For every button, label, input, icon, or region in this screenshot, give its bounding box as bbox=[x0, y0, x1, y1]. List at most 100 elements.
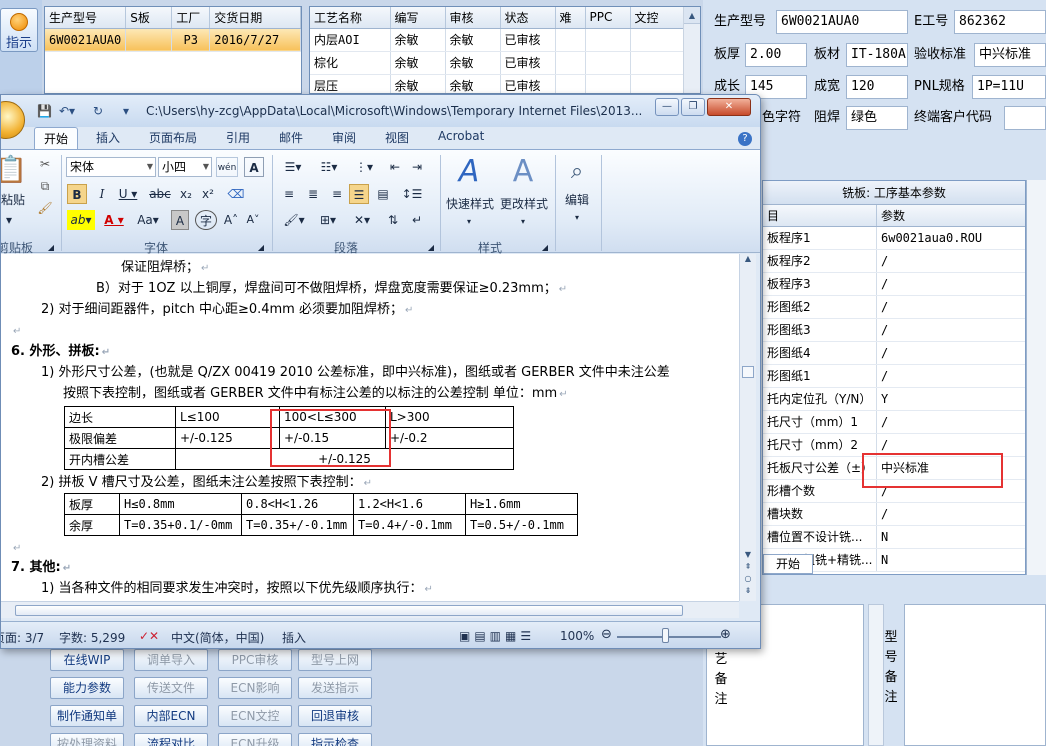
bottom-action-button[interactable]: ECN影响 bbox=[218, 677, 292, 699]
shrink-font-icon[interactable]: A˅ bbox=[243, 210, 263, 230]
tab-view[interactable]: 视图 bbox=[385, 129, 409, 146]
material-field[interactable]: IT-180A bbox=[846, 43, 908, 67]
col-process[interactable]: 工艺名称 bbox=[310, 7, 391, 29]
customer-code-field[interactable] bbox=[1004, 106, 1046, 130]
table-row[interactable]: 托尺寸（mm）1/ bbox=[763, 411, 1025, 434]
paste-button[interactable]: 粘贴 bbox=[1, 190, 27, 210]
col-s-board[interactable]: S板 bbox=[125, 7, 173, 29]
spelling-check-icon[interactable]: ✓✕ bbox=[139, 629, 159, 643]
borders-button[interactable]: ⊞▾ bbox=[313, 210, 343, 230]
grow-font-icon[interactable]: A˄ bbox=[221, 210, 241, 230]
insert-mode[interactable]: 插入 bbox=[282, 629, 306, 646]
col-ppc[interactable]: PPC bbox=[585, 7, 631, 29]
bottom-action-button[interactable]: 在线WIP bbox=[50, 649, 124, 671]
zoom-slider-thumb[interactable] bbox=[662, 628, 669, 643]
enclose-char-icon[interactable]: 字 bbox=[195, 210, 217, 230]
document-horizontal-scrollbar[interactable] bbox=[1, 601, 739, 618]
bottom-action-button[interactable]: PPC审核 bbox=[218, 649, 292, 671]
bottom-action-button[interactable]: ECN升级 bbox=[218, 733, 292, 746]
pnl-field[interactable]: 1P=11U bbox=[972, 75, 1046, 99]
shading-button[interactable]: 🖌▾ bbox=[279, 210, 309, 230]
edit-dropdown-icon[interactable]: ▾ bbox=[569, 208, 585, 228]
production-instruction-button[interactable]: 指示 bbox=[0, 8, 38, 52]
col-status[interactable]: 状态 bbox=[500, 7, 556, 29]
change-styles-dropdown-icon[interactable]: ▾ bbox=[515, 212, 531, 232]
cut-icon[interactable]: ✂ bbox=[35, 154, 55, 174]
col-difficulty[interactable]: 难 bbox=[555, 7, 586, 29]
justify-icon[interactable]: ☰ bbox=[349, 184, 369, 204]
scroll-up-icon[interactable]: ▲ bbox=[684, 7, 700, 24]
bold-button[interactable]: B bbox=[67, 184, 87, 204]
bottom-action-button[interactable]: 调单导入 bbox=[134, 649, 208, 671]
char-border-icon[interactable]: A bbox=[244, 157, 264, 177]
mask-field[interactable]: 绿色 bbox=[846, 106, 908, 130]
col-doc-control[interactable]: 文控 bbox=[630, 7, 685, 29]
format-painter-icon[interactable]: 🖌 bbox=[35, 198, 55, 218]
subscript-button[interactable]: x₂ bbox=[177, 184, 195, 204]
change-styles-icon[interactable]: A bbox=[503, 156, 543, 188]
table-row[interactable]: 形图纸1/ bbox=[763, 365, 1025, 388]
word-window[interactable]: 💾 ↶▾ ↻ ▾ C:\Users\hy-zcg\AppData\Local\M… bbox=[0, 94, 761, 649]
width-field[interactable]: 120 bbox=[846, 75, 908, 99]
bullets-button[interactable]: ☰▾ bbox=[277, 157, 309, 177]
bottom-action-button[interactable]: 能力参数 bbox=[50, 677, 124, 699]
increase-indent-icon[interactable]: ⇥ bbox=[407, 157, 427, 177]
find-binoculars-icon[interactable]: ⌕ bbox=[559, 156, 595, 188]
table-row[interactable]: 形图纸3/ bbox=[763, 319, 1025, 342]
col-writer[interactable]: 编写 bbox=[390, 7, 446, 29]
zoom-in-icon[interactable]: ⊕ bbox=[720, 627, 731, 642]
show-marks-icon[interactable]: ↵ bbox=[407, 210, 427, 230]
restore-button[interactable]: ❐ bbox=[681, 98, 705, 116]
clear-format-icon[interactable]: ⌫ bbox=[225, 184, 247, 204]
tab-review[interactable]: 审阅 bbox=[332, 129, 356, 146]
tab-page-layout[interactable]: 页面布局 bbox=[149, 129, 197, 146]
align-center-icon[interactable]: ≣ bbox=[303, 184, 323, 204]
process-grid-scrollbar[interactable]: ▲ bbox=[683, 7, 700, 93]
undo-icon[interactable]: ↶▾ bbox=[59, 104, 75, 120]
line-spacing-button[interactable]: ↕☰ bbox=[397, 184, 427, 204]
table-row[interactable]: 槽位置不设计铣... N bbox=[763, 526, 1025, 549]
param-value[interactable]: N bbox=[877, 549, 1025, 571]
table-row[interactable]: 形图纸2/ bbox=[763, 296, 1025, 319]
zoom-slider[interactable] bbox=[617, 636, 721, 638]
table-row[interactable]: 板程序2/ bbox=[763, 250, 1025, 273]
paste-icon[interactable]: 📋 bbox=[1, 154, 29, 186]
language-indicator[interactable]: 中文(简体，中国) bbox=[171, 629, 264, 646]
word-count[interactable]: 字数: 5,299 bbox=[59, 629, 125, 646]
thickness-field[interactable]: 2.00 bbox=[745, 43, 807, 67]
table-row[interactable]: 6W0021AUA0 P3 2016/7/27 bbox=[45, 28, 301, 52]
quick-styles-dropdown-icon[interactable]: ▾ bbox=[461, 212, 477, 232]
param-value[interactable]: / bbox=[877, 273, 1025, 295]
tab-insert[interactable]: 插入 bbox=[96, 129, 120, 146]
param-value[interactable]: N bbox=[877, 526, 1025, 548]
minimize-button[interactable]: — bbox=[655, 98, 679, 116]
param-value[interactable]: / bbox=[877, 296, 1025, 318]
word-titlebar[interactable]: 💾 ↶▾ ↻ ▾ C:\Users\hy-zcg\AppData\Local\M… bbox=[1, 95, 760, 139]
browse-object-icons[interactable]: ▼ ⇞ ○ ⇟ bbox=[740, 549, 756, 597]
paste-dropdown-icon[interactable]: ▾ bbox=[1, 210, 19, 230]
bottom-action-button[interactable]: 指示检查 bbox=[298, 733, 372, 746]
highlight-color-button[interactable]: ab▾ bbox=[67, 210, 95, 230]
font-name-combo[interactable]: 宋体 ▼ bbox=[66, 157, 156, 177]
save-icon[interactable]: 💾 bbox=[37, 104, 52, 120]
col-delivery-date[interactable]: 交货日期 bbox=[209, 7, 301, 29]
bottom-action-button[interactable]: 内部ECN bbox=[134, 705, 208, 727]
bottom-action-button[interactable]: 制作通知单 bbox=[50, 705, 124, 727]
param-col-item[interactable]: 目 bbox=[763, 205, 877, 226]
col-model[interactable]: 生产型号 bbox=[45, 7, 127, 29]
bottom-action-button[interactable]: 回退审核 bbox=[298, 705, 372, 727]
table-row[interactable]: 层压 余敏 余敏 已审核 bbox=[310, 74, 685, 93]
help-icon[interactable]: ? bbox=[738, 132, 752, 146]
table-row[interactable]: 托内定位孔（Y/N） Y bbox=[763, 388, 1025, 411]
page-indicator[interactable]: 页面: 3/7 bbox=[1, 629, 44, 646]
superscript-button[interactable]: x² bbox=[199, 184, 217, 204]
decrease-indent-icon[interactable]: ⇤ bbox=[385, 157, 405, 177]
param-value[interactable]: / bbox=[877, 411, 1025, 433]
tab-acrobat[interactable]: Acrobat bbox=[438, 129, 484, 143]
table-row[interactable]: 棕化 余敏 余敏 已审核 bbox=[310, 51, 685, 75]
tab-home[interactable]: 开始 bbox=[34, 127, 79, 150]
italic-button[interactable]: I bbox=[93, 184, 111, 204]
param-value[interactable]: / bbox=[877, 365, 1025, 387]
zoom-out-icon[interactable]: ⊖ bbox=[601, 627, 612, 642]
close-button[interactable]: ✕ bbox=[707, 98, 751, 116]
